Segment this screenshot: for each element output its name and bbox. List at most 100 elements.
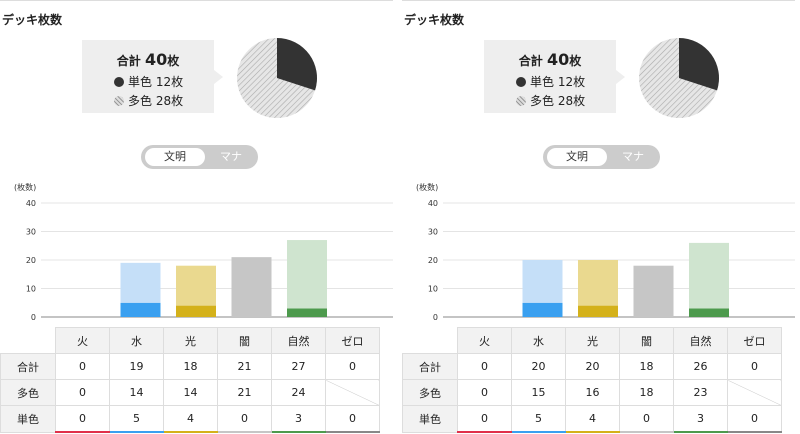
bar-mono-4 <box>689 308 729 317</box>
stats-table: 火水光闇自然 ゼロ 合計 0 19 18 21 27 0 多色 0 14 14 21 24 単色 0 5 4 0 3 0 <box>0 327 380 433</box>
table-cell: 18 <box>619 353 674 380</box>
bar-mono-1 <box>522 302 563 317</box>
row-header: 単色 <box>0 405 56 433</box>
deck-panel-left: デッキ枚数 合計 40枚 単色 12枚 多色 28枚 文明 マナ (枚数) 0 10… <box>0 0 393 434</box>
table-corner <box>402 327 458 354</box>
bar-mono-2 <box>578 305 618 317</box>
table-cell: 0 <box>55 353 110 380</box>
mono-color-count: 単色 12枚 <box>114 73 183 90</box>
table-cell: 14 <box>109 379 164 406</box>
table-cell: 20 <box>565 353 620 380</box>
table-row: 多色 0 15 16 18 23 <box>402 379 782 406</box>
table-cell: 4 <box>565 405 620 433</box>
total-count: 合計 40枚 <box>518 50 582 69</box>
table-cell: 24 <box>271 379 326 406</box>
table-row: 合計 0 19 18 21 27 0 <box>0 353 380 380</box>
y-tick-label: 30 <box>26 228 36 237</box>
y-axis-label: (枚数) <box>416 182 438 192</box>
toggle-civilization[interactable]: 文明 <box>547 148 607 166</box>
summary-pointer <box>616 70 625 84</box>
table-row: 合計 0 20 20 18 26 0 <box>402 353 782 380</box>
row-header: 合計 <box>402 353 458 380</box>
table-cell: 16 <box>565 379 620 406</box>
y-tick-label: 0 <box>433 313 438 322</box>
y-tick-label: 40 <box>428 199 438 208</box>
bar-chart-area: (枚数) 0 10 20 30 40 <box>402 179 795 329</box>
table-cell: 15 <box>511 379 566 406</box>
table-cell: 14 <box>163 379 218 406</box>
column-header: ゼロ <box>325 327 380 354</box>
table-cell: 18 <box>619 379 674 406</box>
column-header: 火 <box>55 327 110 354</box>
table-corner <box>0 327 56 354</box>
bar-mono-4 <box>287 308 327 317</box>
bar-chart: (枚数) 0 10 20 30 40 <box>14 182 393 322</box>
table-cell: 3 <box>271 405 326 433</box>
table-cell: 0 <box>325 353 380 380</box>
mono-color-count: 単色 12枚 <box>516 73 585 90</box>
table-cell: 0 <box>217 405 272 433</box>
y-tick-label: 0 <box>31 313 36 322</box>
table-cell: 0 <box>727 405 782 433</box>
column-header: 光 <box>163 327 218 354</box>
table-cell: 0 <box>55 405 110 433</box>
table-cell: 26 <box>673 353 728 380</box>
total-count: 合計 40枚 <box>116 50 180 69</box>
column-header: 光 <box>565 327 620 354</box>
pie-chart <box>237 38 317 118</box>
table-cell: 0 <box>457 405 512 433</box>
column-header: ゼロ <box>727 327 782 354</box>
column-header: 火 <box>457 327 512 354</box>
bar-multi-1 <box>120 262 161 303</box>
bar-mono-2 <box>176 305 216 317</box>
multi-dot-icon <box>114 96 124 106</box>
y-tick-label: 10 <box>428 285 438 294</box>
bar-multi-2 <box>578 260 618 306</box>
bar-mono-1 <box>120 302 161 317</box>
table-cell: 5 <box>109 405 164 433</box>
row-header: 多色 <box>402 379 458 406</box>
y-tick-label: 30 <box>428 228 438 237</box>
table-row: 単色 0 5 4 0 3 0 <box>402 405 782 433</box>
bar-multi-4 <box>689 242 729 309</box>
deck-summary-box: 合計 40枚 単色 12枚 多色 28枚 <box>484 40 616 113</box>
table-cell: 0 <box>727 353 782 380</box>
mono-dot-icon <box>516 77 526 87</box>
column-header: 水 <box>109 327 164 354</box>
table-cell: 4 <box>163 405 218 433</box>
table-cell: 23 <box>673 379 728 406</box>
table-cell: 21 <box>217 353 272 380</box>
table-row: 単色 0 5 4 0 3 0 <box>0 405 380 433</box>
column-header: 水 <box>511 327 566 354</box>
y-tick-label: 40 <box>26 199 36 208</box>
toggle-civilization[interactable]: 文明 <box>145 148 205 166</box>
row-header: 単色 <box>402 405 458 433</box>
y-tick-label: 20 <box>428 256 438 265</box>
bar-multi-1 <box>522 260 563 303</box>
row-header: 合計 <box>0 353 56 380</box>
deck-summary-box: 合計 40枚 単色 12枚 多色 28枚 <box>82 40 214 113</box>
table-cell: 0 <box>55 379 110 406</box>
deck-count-title: デッキ枚数 <box>404 13 465 27</box>
table-cell: 0 <box>457 379 512 406</box>
bar-multi-4 <box>287 240 327 309</box>
toggle-mana[interactable]: マナ <box>609 148 657 166</box>
deck-count-title: デッキ枚数 <box>2 13 63 27</box>
deck-panel-right: デッキ枚数 合計 40枚 単色 12枚 多色 28枚 文明 マナ (枚数) 0 10… <box>402 0 795 434</box>
y-axis-label: (枚数) <box>14 182 36 192</box>
column-header: 闇 <box>619 327 674 354</box>
civ-mana-toggle[interactable]: 文明 マナ <box>141 145 258 169</box>
column-header: 自然 <box>271 327 326 354</box>
bar-multi-3 <box>633 265 674 317</box>
table-cell: 27 <box>271 353 326 380</box>
bar-chart: (枚数) 0 10 20 30 40 <box>416 182 795 322</box>
bar-multi-3 <box>231 257 272 317</box>
civ-mana-toggle[interactable]: 文明 マナ <box>543 145 660 169</box>
table-cell: 18 <box>163 353 218 380</box>
toggle-mana[interactable]: マナ <box>207 148 255 166</box>
bar-multi-2 <box>176 265 216 306</box>
table-cell: 20 <box>511 353 566 380</box>
multi-dot-icon <box>516 96 526 106</box>
y-tick-label: 10 <box>26 285 36 294</box>
multi-color-count: 多色 28枚 <box>114 92 183 109</box>
